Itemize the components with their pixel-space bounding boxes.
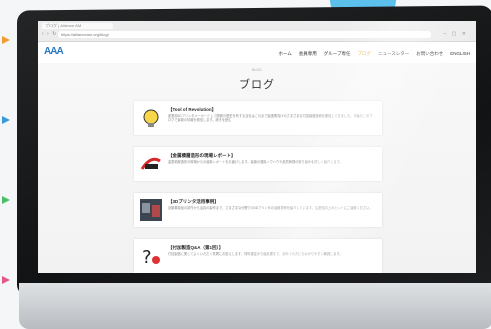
post-title[interactable]: 【3Dプリンタ活用事例】 xyxy=(168,199,219,205)
post-title[interactable]: 【付加製造Q&A（第1回）】 xyxy=(168,245,223,251)
question-mark-thumbnail-icon: ? xyxy=(140,245,162,267)
site-header: AAA ホーム 会員専用 グループ専任 ブログ ニュースレター お問い合わせ E… xyxy=(38,42,476,64)
nav-members[interactable]: 会員専用 xyxy=(299,51,317,57)
address-bar[interactable]: https://allianceam.org/blog/ xyxy=(58,31,431,38)
nav-english[interactable]: ENGLISH xyxy=(450,51,470,57)
browser-toolbar: ブログ | Allience AM ‹ › ↻ https://alliance… xyxy=(38,21,476,42)
nav-home[interactable]: ホーム xyxy=(278,51,291,57)
lightbulb-thumbnail-icon xyxy=(140,107,162,129)
nav-newsletter[interactable]: ニュースレター xyxy=(378,51,409,57)
nav-contact[interactable]: お問い合わせ xyxy=(416,51,443,57)
monitor-screen: ブログ | Allience AM ‹ › ↻ https://alliance… xyxy=(38,21,476,273)
arrow-marker-4 xyxy=(2,276,10,284)
main-navigation: ホーム 会員専用 グループ専任 ブログ ニュースレター お問い合わせ ENGLI… xyxy=(278,51,470,57)
photo-thumbnail-icon xyxy=(140,199,162,221)
monitor-chin xyxy=(19,283,491,329)
window-controls-icon[interactable]: – ▢ ✕ xyxy=(444,31,468,37)
svg-text:?: ? xyxy=(142,247,152,267)
post-excerpt: 付加製造に関してよくいただく質問にお答えします。材料選定から後処理まで、初めての… xyxy=(168,252,343,256)
blog-post-card[interactable]: 【金属積層造形の現場レポート】 金属積層造形の現場からの最新レポートをお届けしま… xyxy=(134,147,382,181)
blog-subtitle: BLOG xyxy=(252,68,262,72)
nav-groups[interactable]: グループ専任 xyxy=(324,51,351,57)
nav-blog[interactable]: ブログ xyxy=(357,51,371,57)
site-logo[interactable]: AAA xyxy=(44,46,64,57)
arrow-marker-3 xyxy=(2,196,10,204)
blog-content: BLOG ブログ 【Tool of Revolution】 産業用3Dプリンタメ… xyxy=(38,63,476,273)
blog-post-card[interactable]: ? 【付加製造Q&A（第1回）】 付加製造に関してよくいただく質問にお答えします… xyxy=(134,239,382,273)
page-title: ブログ xyxy=(239,79,275,91)
arrow-marker-2 xyxy=(2,116,10,124)
blog-post-card[interactable]: 【Tool of Revolution】 産業用3Dプリンタメーカーとして開発の… xyxy=(134,101,382,135)
post-excerpt: 自動車部品の試作から治具の製作まで、さまざまな分野での3Dプリンタの活用事例を紹… xyxy=(168,206,373,210)
post-title[interactable]: 【Tool of Revolution】 xyxy=(168,107,216,113)
post-excerpt: 金属積層造形の現場からの最新レポートをお届けします。装置の運用ノウハウや品質管理… xyxy=(168,160,343,164)
browser-tab[interactable]: ブログ | Allience AM xyxy=(42,23,113,29)
event-banner-thumbnail-icon xyxy=(140,153,162,175)
post-title[interactable]: 【金属積層造形の現場レポート】 xyxy=(168,153,236,159)
arrow-marker-1 xyxy=(2,36,10,44)
post-excerpt: 産業用3Dプリンタメーカーとして開発の歴史を有する当社はこれまで製造業向けのさま… xyxy=(168,114,373,123)
blog-post-card[interactable]: 【3Dプリンタ活用事例】 自動車部品の試作から治具の製作まで、さまざまな分野での… xyxy=(134,193,382,227)
browser-nav-buttons-icon[interactable]: ‹ › ↻ xyxy=(42,31,57,37)
